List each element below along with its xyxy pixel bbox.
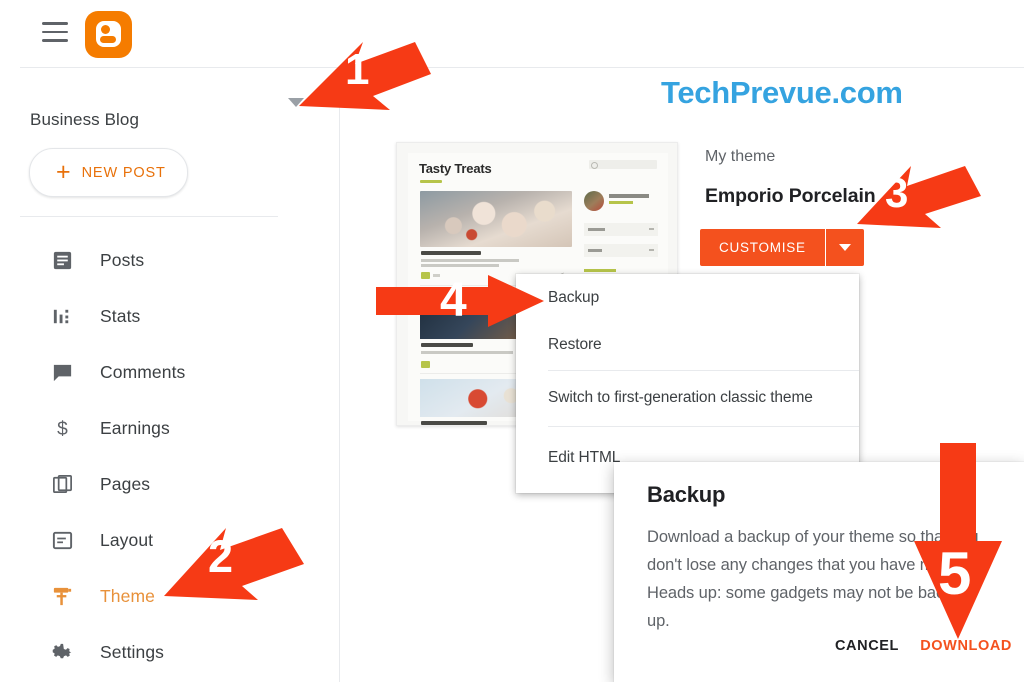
plus-icon: + (56, 158, 71, 186)
menu-item-switch-classic-theme[interactable]: Switch to first-generation classic theme (516, 374, 859, 421)
annotation-number: 1 (345, 45, 370, 94)
preview-author-sub (609, 201, 633, 204)
menu-divider (548, 370, 859, 371)
menu-divider (548, 426, 859, 427)
sidebar-item-label: Earnings (100, 417, 170, 438)
theme-options-dropdown: Backup Restore Switch to first-generatio… (516, 274, 859, 493)
sidebar-separator (20, 216, 278, 217)
sidebar-nav: Posts Stats Comments $ Earnings Pages La… (0, 232, 339, 680)
sidebar-item-settings[interactable]: Settings (0, 624, 339, 680)
preview-post-image-1 (420, 191, 572, 247)
preview-post-line (421, 259, 519, 262)
preview-tag (420, 180, 442, 183)
customise-button[interactable]: CUSTOMISE (700, 229, 825, 266)
blogger-logo-icon[interactable] (85, 11, 132, 58)
site-watermark: TechPrevue.com (661, 75, 903, 110)
preview-post-meta (433, 274, 440, 277)
preview-blog-title: Tasty Treats (419, 161, 492, 176)
theme-name: Emporio Porcelain (705, 185, 876, 207)
preview-post-line (421, 264, 499, 267)
preview-post-line (421, 351, 513, 354)
menu-item-restore[interactable]: Restore (516, 321, 859, 368)
preview-post-title-2 (421, 343, 473, 347)
sidebar-item-label: Theme (100, 585, 155, 606)
pages-icon (49, 471, 75, 497)
top-bar (0, 0, 340, 68)
my-theme-label: My theme (705, 148, 776, 165)
posts-icon (49, 247, 75, 273)
menu-item-label: Switch to first-generation classic theme (548, 388, 813, 406)
sidebar-item-label: Stats (100, 305, 141, 326)
blog-selector[interactable]: Business Blog (0, 88, 339, 132)
sidebar-item-posts[interactable]: Posts (0, 232, 339, 288)
preview-author-name (609, 194, 649, 198)
preview-search-icon (589, 160, 657, 169)
paint-roller-icon (49, 583, 75, 609)
menu-item-label: Edit HTML (548, 448, 621, 466)
preview-archive-select (584, 223, 658, 236)
sidebar-item-comments[interactable]: Comments (0, 344, 339, 400)
dialog-title: Backup (647, 482, 726, 507)
sidebar-item-label: Layout (100, 529, 154, 550)
dialog-body-text: Download a backup of your theme so that … (647, 528, 979, 630)
new-post-label: NEW POST (81, 164, 166, 181)
sidebar-item-label: Comments (100, 361, 186, 382)
hamburger-menu-icon[interactable] (42, 22, 68, 42)
sidebar: Business Blog + NEW POST Posts Stats Com… (0, 68, 339, 682)
gear-icon (49, 639, 75, 665)
cancel-button[interactable]: CANCEL (835, 638, 899, 654)
annotation-number: 3 (885, 169, 909, 216)
preview-post-badge (421, 361, 430, 368)
menu-item-label: Backup (548, 288, 600, 306)
dollar-icon: $ (49, 415, 75, 441)
sidebar-item-label: Pages (100, 473, 151, 494)
sidebar-item-stats[interactable]: Stats (0, 288, 339, 344)
customise-dropdown-caret-chevron-down-icon[interactable] (826, 229, 865, 266)
download-button[interactable]: DOWNLOAD (920, 638, 1012, 654)
layout-icon (49, 527, 75, 553)
customise-button-group[interactable]: CUSTOMISE (700, 229, 865, 266)
blog-selector-chevron-down-icon[interactable] (288, 98, 304, 107)
dialog-actions: CANCEL DOWNLOAD (614, 630, 1024, 670)
sidebar-item-label: Posts (100, 249, 145, 270)
sidebar-item-earnings[interactable]: $ Earnings (0, 400, 339, 456)
preview-more-link (584, 269, 616, 272)
preview-labels-select (584, 244, 658, 257)
preview-post-title-1 (421, 251, 481, 255)
sidebar-item-theme[interactable]: Theme (0, 568, 339, 624)
preview-post-title-3 (421, 421, 487, 425)
sidebar-item-pages[interactable]: Pages (0, 456, 339, 512)
new-post-button[interactable]: + NEW POST (29, 148, 188, 197)
avatar (584, 191, 604, 211)
backup-dialog: Backup Download a backup of your theme s… (614, 462, 1024, 682)
preview-post-badge (421, 272, 430, 279)
svg-text:$: $ (57, 419, 68, 440)
sidebar-item-label: Settings (100, 641, 165, 662)
sidebar-item-layout[interactable]: Layout (0, 512, 339, 568)
stats-bar-icon (49, 303, 75, 329)
comment-icon (49, 359, 75, 385)
blogger-theme-page: Business Blog + NEW POST Posts Stats Com… (0, 0, 1024, 682)
menu-item-backup[interactable]: Backup (516, 274, 859, 321)
sidebar-divider (339, 68, 340, 682)
menu-item-label: Restore (548, 335, 602, 353)
blog-name: Business Blog (30, 110, 140, 129)
preview-search-glass-icon (591, 162, 598, 169)
